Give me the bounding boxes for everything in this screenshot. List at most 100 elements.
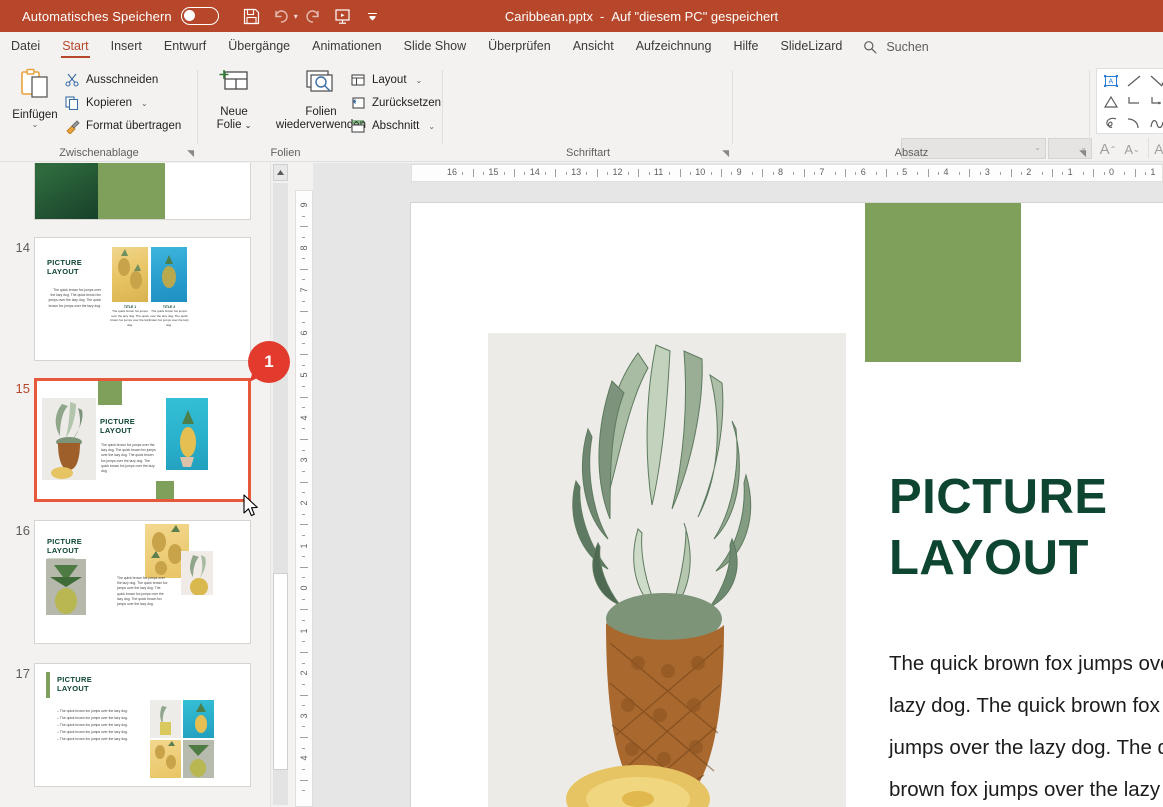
scroll-up-icon[interactable] <box>273 164 288 181</box>
ribbon-group-font: ⌄ ⌄ A⌃ A⌄ A◇ F K U S ab AV↔ ⌄ Aa ⌄ ⌄ A ⌄… <box>443 62 1163 190</box>
svg-text:A: A <box>1108 78 1113 85</box>
shapes-gallery[interactable]: A <box>1096 68 1163 134</box>
layout-button[interactable]: Layout ⌄ <box>350 72 422 88</box>
ruler-tick <box>302 258 305 260</box>
ruler-tick-label: 1 <box>1150 167 1156 177</box>
tab-slide-show[interactable]: Slide Show <box>393 35 478 59</box>
tab-hilfe[interactable]: Hilfe <box>722 35 769 59</box>
ruler-tick <box>302 322 305 324</box>
elbow-connector-icon[interactable] <box>1122 91 1145 112</box>
comment-badge[interactable]: 1 <box>248 341 290 385</box>
scribble-icon[interactable] <box>1099 112 1122 133</box>
autosave-control[interactable]: Automatisches Speichern <box>22 7 219 25</box>
thumbnail-frame[interactable]: PICTURE LAYOUT – The quick brown fox jum… <box>34 663 251 787</box>
ruler-tick-label: 9 <box>299 202 309 208</box>
start-slideshow-icon[interactable] <box>328 3 358 29</box>
mini-photo <box>35 163 98 219</box>
slide-title[interactable]: PICTURE LAYOUT <box>889 467 1108 589</box>
ruler-tick <box>731 172 733 175</box>
paragraph-dialog-launcher[interactable]: ◥ <box>1079 148 1086 159</box>
ruler-tick <box>855 172 857 175</box>
autosave-toggle[interactable] <box>180 7 219 25</box>
mini-caption: TITLE 1 The quick brown fox jumps over th… <box>110 305 150 327</box>
thumbnail-number: 15 <box>15 381 30 396</box>
tab-animationen[interactable]: Animationen <box>301 35 393 59</box>
copy-button[interactable]: Kopieren ⌄ <box>64 95 148 111</box>
thumbnail-frame[interactable]: over the lazy dog. The quick brown fox j… <box>34 163 251 220</box>
document-name[interactable]: Caribbean.pptx <box>505 9 593 24</box>
mini-bullet: – The quick brown fox jumps over the laz… <box>57 709 128 713</box>
save-icon[interactable] <box>237 3 267 29</box>
tab-slidelizard[interactable]: SlideLizard <box>769 35 853 59</box>
scissors-icon <box>64 72 80 88</box>
copy-dropdown-caret[interactable]: ⌄ <box>141 99 148 108</box>
arc-icon[interactable] <box>1122 112 1145 133</box>
mini-body: The quick brown fox jumps over the lazy … <box>48 288 101 308</box>
ruler-tick <box>638 169 640 177</box>
ruler-tick <box>1103 172 1105 175</box>
vertical-ruler[interactable]: 9 8 7 6 5 4 3 2 1 0 1 2 3 4 <box>295 190 313 807</box>
tab-datei[interactable]: Datei <box>0 35 51 59</box>
ruler-tick <box>876 172 878 175</box>
line-icon[interactable] <box>1122 70 1145 91</box>
format-painter-button[interactable]: Format übertragen <box>64 118 181 134</box>
tab-insert[interactable]: Insert <box>100 35 153 59</box>
paste-dropdown-caret[interactable]: ⌄ <box>32 121 39 129</box>
elbow-arrow-icon[interactable] <box>1145 91 1163 112</box>
tab-aufzeichnung[interactable]: Aufzeichnung <box>625 35 723 59</box>
mini-body: The quick brown fox jumps over the lazy … <box>101 443 156 474</box>
new-slide-button[interactable]: Neue Folie ⌄ <box>205 68 263 132</box>
ruler-tick <box>1051 169 1053 177</box>
cut-button[interactable]: Ausschneiden <box>64 72 158 88</box>
redo-icon[interactable] <box>298 3 328 29</box>
font-dialog-launcher[interactable]: ◥ <box>722 148 729 159</box>
ruler-tick <box>300 226 308 228</box>
pineapple-photo[interactable] <box>488 333 846 807</box>
tab-ansicht[interactable]: Ansicht <box>562 35 625 59</box>
mini-green-bar <box>46 672 50 698</box>
ribbon-group-drawing: A <box>1090 62 1163 162</box>
thumbnail-frame[interactable]: PICTURE LAYOUT The quick brown fox jumps… <box>34 237 251 361</box>
scrollbar-thumb[interactable] <box>273 573 288 770</box>
search-box[interactable]: Suchen <box>863 40 929 54</box>
textbox-icon[interactable]: A <box>1099 70 1122 91</box>
ruler-tick <box>300 524 308 526</box>
arrow-icon[interactable] <box>1145 70 1163 91</box>
slide-editing-area[interactable]: PICTURE LAYOUT The quick brown fox jumps… <box>411 203 1163 807</box>
ruler-tick <box>300 694 308 696</box>
tab-ueberpruefen[interactable]: Überprüfen <box>477 35 562 59</box>
save-status-label[interactable]: Auf "diesem PC" gespeichert <box>611 9 778 24</box>
clipboard-dialog-launcher[interactable]: ◥ <box>187 148 194 159</box>
ruler-tick <box>302 385 305 387</box>
ruler-tick-label: 6 <box>299 330 309 336</box>
reset-icon <box>350 95 366 111</box>
green-accent-rectangle[interactable] <box>865 203 1021 362</box>
thumbnail-scrollbar[interactable] <box>270 163 288 807</box>
thumbnail-frame-selected[interactable]: PICTURE LAYOUT The quick brown fox jumps… <box>34 378 251 502</box>
reset-button[interactable]: Zurücksetzen <box>350 95 441 111</box>
ruler-tick <box>302 236 305 238</box>
tab-start[interactable]: Start <box>51 35 99 59</box>
tab-uebergaenge[interactable]: Übergänge <box>217 35 301 59</box>
ruler-tick <box>483 172 485 175</box>
ruler-tick <box>462 172 464 175</box>
tab-entwurf[interactable]: Entwurf <box>153 35 217 59</box>
paste-button[interactable]: Einfügen ⌄ <box>8 68 62 129</box>
section-dropdown-caret[interactable]: ⌄ <box>428 122 435 131</box>
section-button[interactable]: Abschnitt ⌄ <box>350 118 435 134</box>
horizontal-ruler[interactable]: 16 15 14 13 12 11 10 9 8 7 6 5 4 3 2 1 0 1 <box>411 164 1163 182</box>
thumbnail-frame[interactable]: PICTURE LAYOUT The quick brown fox jumps… <box>34 520 251 644</box>
customize-qat-icon[interactable] <box>358 3 388 29</box>
ruler-tick <box>300 737 308 739</box>
triangle-icon[interactable] <box>1099 91 1122 112</box>
ruler-tick <box>596 169 598 177</box>
ruler-tick <box>565 172 567 175</box>
slide-body-text[interactable]: The quick brown fox jumps over the lazy … <box>889 643 1163 807</box>
ruler-tick <box>1062 172 1064 175</box>
undo-icon[interactable] <box>267 3 297 29</box>
curve-icon[interactable] <box>1145 112 1163 133</box>
ruler-tick <box>302 513 305 515</box>
new-slide-icon <box>218 68 250 103</box>
layout-dropdown-caret[interactable]: ⌄ <box>416 76 423 85</box>
slide-thumbnail-pane[interactable]: over the lazy dog. The quick brown fox j… <box>0 163 270 807</box>
